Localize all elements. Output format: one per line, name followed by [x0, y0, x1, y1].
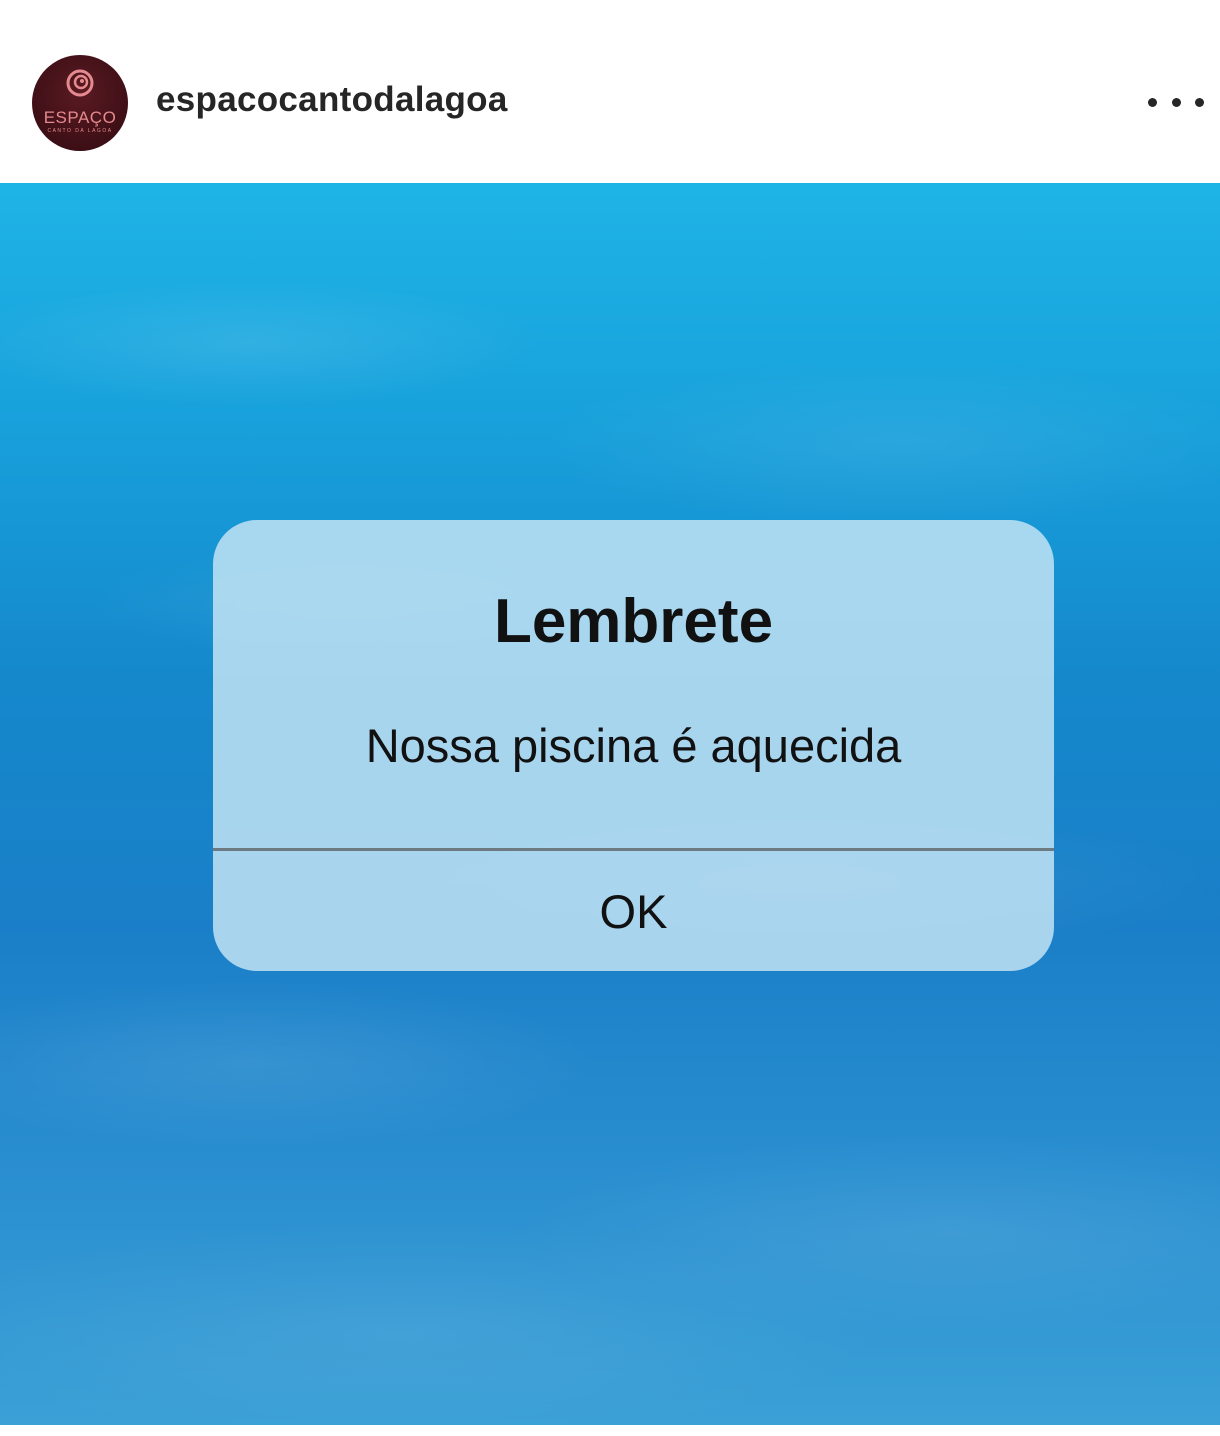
avatar-logo-subtext: CANTO DA LAGOA	[47, 128, 113, 134]
alert-message: Nossa piscina é aquecida	[365, 719, 902, 772]
avatar-logo-text: ESPAÇO	[43, 108, 117, 127]
username[interactable]: espacocantodalagoa	[156, 80, 508, 120]
alert-ok-button[interactable]: OK	[213, 851, 1054, 971]
more-horizontal-icon	[1148, 97, 1157, 107]
post-header: ESPAÇO CANTO DA LAGOA espacocantodalagoa	[0, 0, 1220, 183]
avatar[interactable]: ESPAÇO CANTO DA LAGOA	[32, 55, 128, 151]
more-options-button[interactable]	[1148, 88, 1204, 116]
alert-title: Lembrete	[493, 587, 774, 656]
more-horizontal-icon-dot	[1171, 97, 1181, 107]
more-horizontal-icon-dot	[1195, 97, 1204, 107]
logo-swirl-icon	[66, 69, 94, 97]
post-footer	[0, 1425, 1220, 1436]
reminder-alert: Lembrete Nossa piscina é aquecida OK	[213, 520, 1054, 971]
